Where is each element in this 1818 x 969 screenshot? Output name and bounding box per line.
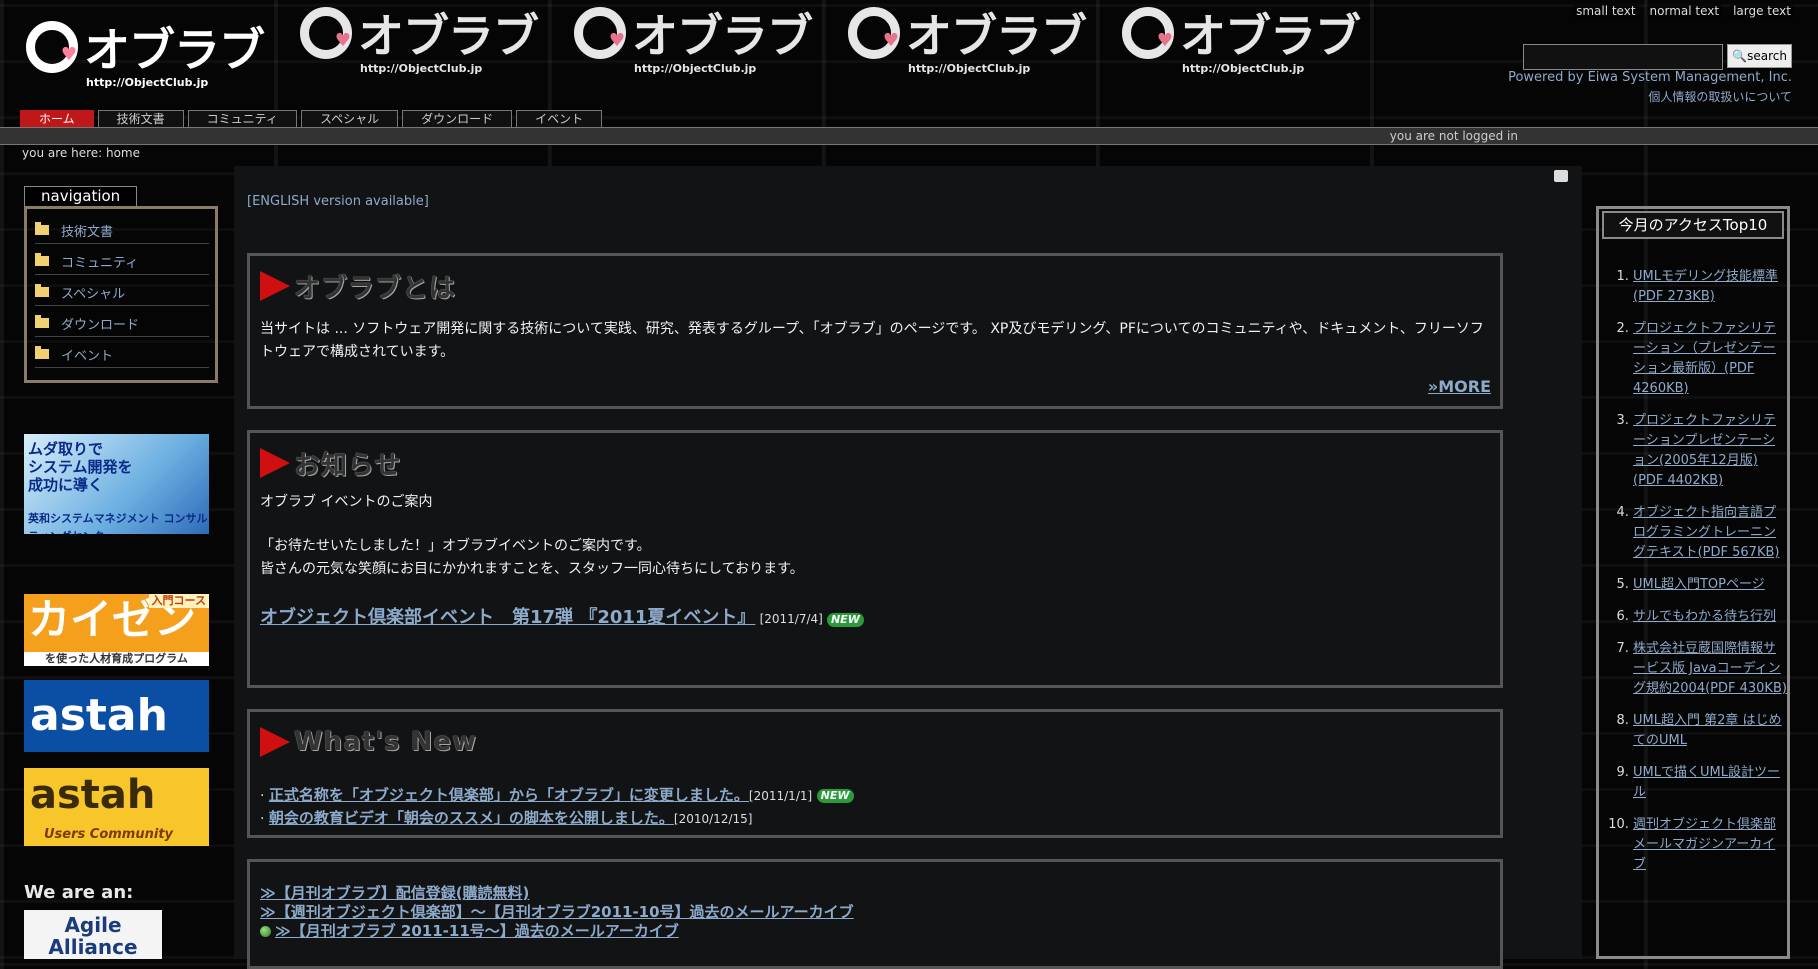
whats-new-item: · 朝会の教育ビデオ「朝会のススメ」の脚本を公開しました。[2010/12/15… [260,809,753,827]
notice-title: お知らせ [260,443,1490,483]
nav-item-community[interactable]: コミュニティ [35,248,209,275]
logo-mark-icon [1122,7,1174,59]
list-item: オブジェクト指向言語プログラミングトレーニングテキスト(PDF 567KB) [1633,503,1787,563]
astah-banner[interactable]: astah [24,680,209,752]
tab-special[interactable]: スペシャル [300,110,399,128]
logo-mark-icon [848,7,900,59]
list-item: UML超入門 第2章 はじめてのUML [1633,711,1787,751]
new-badge: NEW [826,612,864,627]
astah-users-community-banner[interactable]: astah Users Community [24,768,209,846]
list-item: UMLで描くUML設計ツール [1633,763,1787,803]
search-icon: 🔍 [1732,49,1748,63]
red-triangle-icon [260,271,290,301]
we-are-heading: We are an: [24,882,134,903]
powered-by-link[interactable]: Powered by Eiwa System Management, Inc. [1508,70,1792,85]
folder-icon [35,222,49,235]
top10-list: UMLモデリング技能標準(PDF 273KB) プロジェクトファシリテーション（… [1599,267,1787,875]
about-text: 当サイトは ... ソフトウェア開発に関する技術について実践、研究、発表するグル… [260,321,1484,360]
notice-line-1: オブラブ イベントのご案内 [260,494,433,510]
globe-icon [260,926,271,937]
folder-icon [35,284,49,297]
list-item: プロジェクトファシリテーション（プレゼンテーション最新版）(PDF 4260KB… [1633,319,1787,399]
main-content: [ENGLISH version available] オブラブとは 当サイトは… [234,166,1582,969]
bg-logo-tile: オブラブ http://ObjectClub.jp [300,0,539,75]
eiwa-consulting-banner[interactable]: ムダ取りで システム開発を 成功に導く 英和システムマネジメント コンサルティン… [24,434,209,534]
nav-item-documents[interactable]: 技術文書 [35,217,209,244]
top10-title: 今月のアクセスTop10 [1602,211,1784,239]
folder-icon [35,346,49,359]
notice-line-2: 「お待たせいたしました！」オブラブイベントのご案内です。 [260,538,651,554]
double-chevron-icon: » [1427,377,1439,396]
nav-item-event[interactable]: イベント [35,341,209,368]
navigation-title: navigation [24,186,138,206]
navigation-list: 技術文書 コミュニティ スペシャル ダウンロード イベント [24,206,218,383]
tab-event[interactable]: イベント [516,110,603,128]
logo-mark-icon [300,7,352,59]
list-item: 週刊オブジェクト倶楽部メールマガジンアーカイブ [1633,815,1787,875]
whats-new-item: · 正式名称を「オブジェクト倶楽部」から「オブラブ」に変更しました。[2011/… [260,784,1490,807]
archive-box: ≫【月刊オブラブ】配信登録(購読無料) ≫【週刊オブジェクト倶楽部】～【月刊オブ… [247,859,1503,969]
print-icon[interactable] [1554,170,1568,182]
whats-new-title: What's New [260,722,1490,762]
more-link[interactable]: »MORE [1428,377,1491,396]
logo-mark-icon [26,21,78,73]
search-form: 🔍search [1523,44,1792,70]
notice-box: お知らせ オブラブ イベントのご案内 「お待たせいたしました！」オブラブイベント… [247,430,1503,688]
tab-community[interactable]: コミュニティ [187,110,297,128]
about-box: オブラブとは 当サイトは ... ソフトウェア開発に関する技術について実践、研究… [247,253,1503,409]
status-bar: you are not logged in [0,127,1818,145]
folder-icon [35,315,49,328]
monthly-archive-link[interactable]: ≫【月刊オブラブ 2011-11号～】過去のメールアーカイブ [260,922,1490,941]
kaizen-banner[interactable]: 入門コース カイゼン を使った人材育成プログラム [24,594,209,666]
subscribe-link[interactable]: ≫【月刊オブラブ】配信登録(購読無料) [260,884,1490,903]
about-title: オブラブとは [260,266,1490,306]
tab-download[interactable]: ダウンロード [402,110,513,128]
site-logo[interactable]: オブラブ http://ObjectClub.jp [26,14,265,89]
top10-portlet: 今月のアクセスTop10 UMLモデリング技能標準(PDF 273KB) プロジ… [1596,206,1790,959]
search-input[interactable] [1523,44,1724,70]
breadcrumb: you are here: home [22,146,141,160]
event-date: [2011/7/4] [759,612,823,626]
tab-documents[interactable]: 技術文書 [97,110,184,128]
list-item: プロジェクトファシリテーションプレゼンテーション(2005年12月版)(PDF … [1633,411,1787,491]
new-badge: NEW [816,789,854,803]
bg-logo-tile: オブラブ http://ObjectClub.jp [848,0,1087,75]
main-tabs: ホーム 技術文書 コミュニティ スペシャル ダウンロード イベント [20,110,603,128]
logo-mark-icon [574,7,626,59]
notice-line-3: 皆さんの元気な笑顔にお目にかかれますことを、スタッフ一同心待ちにしております。 [260,561,804,577]
privacy-link[interactable]: 個人情報の取扱いについて [1648,88,1792,105]
bg-logo-tile: オブラブ http://ObjectClub.jp [1122,0,1361,75]
nav-item-special[interactable]: スペシャル [35,279,209,306]
weekly-archive-link[interactable]: ≫【週刊オブジェクト倶楽部】～【月刊オブラブ2011-10号】過去のメールアーカ… [260,903,1490,922]
red-triangle-icon [260,727,290,757]
normal-text-link[interactable]: normal text [1646,4,1723,18]
list-item: サルでもわかる待ち行列 [1633,607,1787,627]
english-version-link[interactable]: [ENGLISH version available] [247,194,429,209]
event-link[interactable]: オブジェクト倶楽部イベント 第17弾 『2011夏イベント』 [260,607,755,628]
folder-icon [35,253,49,266]
list-item: UML超入門TOPページ [1633,575,1787,595]
search-button[interactable]: 🔍search [1727,44,1792,68]
text-size-tools: small text normal text large text [1573,4,1794,18]
navigation-portlet: navigation 技術文書 コミュニティ スペシャル ダウンロード イベント [24,186,218,383]
list-item: UMLモデリング技能標準(PDF 273KB) [1633,267,1787,307]
list-item: 株式会社豆蔵国際情報サービス版 Javaコーディング規約2004(PDF 430… [1633,639,1787,699]
small-text-link[interactable]: small text [1573,4,1639,18]
red-triangle-icon [260,448,290,478]
nav-item-download[interactable]: ダウンロード [35,310,209,337]
bg-logo-tile: オブラブ http://ObjectClub.jp [574,0,813,75]
whats-new-box: What's New · 正式名称を「オブジェクト倶楽部」から「オブラブ」に変更… [247,709,1503,838]
large-text-link[interactable]: large text [1730,4,1794,18]
tab-home[interactable]: ホーム [20,110,94,128]
login-status: you are not logged in [1389,129,1518,143]
agile-alliance-banner[interactable]: Agile Alliance [24,910,162,959]
